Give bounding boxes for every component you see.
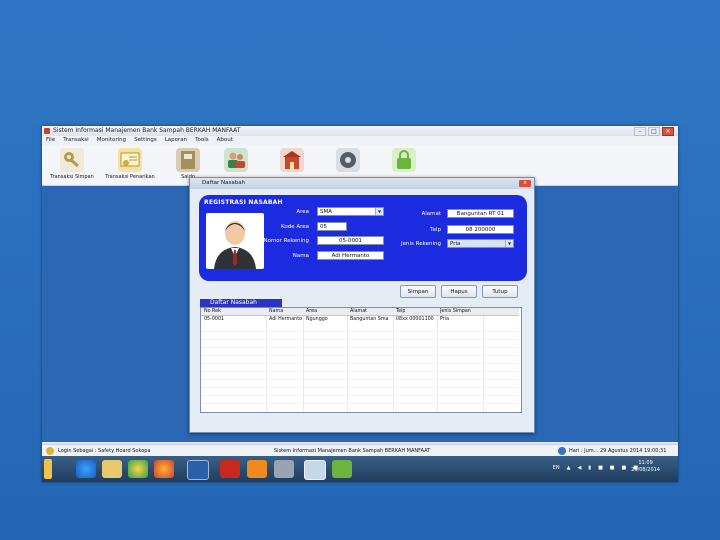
- table-cell: 08xx 00001100: [396, 317, 434, 322]
- tray-icon[interactable]: ■: [598, 465, 603, 471]
- chrome-icon[interactable]: [128, 460, 148, 478]
- tray-icon[interactable]: ■: [622, 465, 627, 471]
- pdf-icon[interactable]: [220, 460, 240, 478]
- registrasi-panel: REGISTRASI NASABAH Area SMA ▼ Kode Area …: [199, 195, 527, 281]
- nama-label: Nama: [292, 253, 309, 259]
- ie-icon[interactable]: [76, 460, 96, 478]
- system-tray: EN ▲ ◀ ▮ ■ ■ ■ ■: [553, 465, 638, 471]
- kode-area-field[interactable]: 05: [317, 222, 347, 231]
- table-cell: Pria: [440, 317, 450, 322]
- key-icon: [46, 447, 54, 455]
- close-window-button[interactable]: ✕: [662, 127, 674, 136]
- nomor-rekening-label: Nomor Rekening: [263, 238, 309, 244]
- column-header[interactable]: Jenis Simpan: [440, 308, 471, 315]
- daftar-nasabah-dialog: Daftar Nasabah x REGISTRASI NASABAH Area…: [189, 177, 535, 433]
- tool-label: Transaksi Penarikan: [105, 174, 155, 180]
- tray-icon[interactable]: ■: [610, 465, 615, 471]
- volume-icon[interactable]: ◀: [577, 465, 581, 471]
- network-icon[interactable]: ▮: [588, 465, 591, 471]
- chevron-down-icon: ▼: [375, 208, 383, 215]
- nasabah-table[interactable]: No Rek Nama Area Alamat Telp Jenis Simpa…: [200, 307, 522, 413]
- jenis-rekening-label: Jenis Rekening: [401, 241, 441, 247]
- telp-field[interactable]: 08 200000: [447, 225, 514, 234]
- dialog-close-button[interactable]: x: [519, 180, 531, 187]
- dialog-title: Daftar Nasabah: [202, 180, 246, 186]
- firefox-icon[interactable]: [154, 460, 174, 478]
- menu-laporan[interactable]: Laporan: [165, 136, 187, 145]
- column-header[interactable]: Alamat: [350, 308, 367, 315]
- menu-monitoring[interactable]: Monitoring: [97, 136, 126, 145]
- minimize-button[interactable]: –: [634, 127, 646, 136]
- hapus-button[interactable]: Hapus: [441, 285, 477, 298]
- clock[interactable]: 11:09 29/08/2014: [631, 460, 660, 474]
- windows-taskbar: EN ▲ ◀ ▮ ■ ■ ■ ■ 11:09 29/08/2014: [42, 456, 678, 482]
- nama-field[interactable]: Adi Hermanto: [317, 251, 384, 260]
- key-icon[interactable]: [44, 459, 52, 479]
- avatar: [206, 213, 264, 269]
- area-label: Area: [296, 209, 309, 215]
- menu-about[interactable]: About: [217, 136, 233, 145]
- area-select[interactable]: SMA ▼: [317, 207, 384, 216]
- flag-icon[interactable]: ▲: [567, 465, 571, 471]
- info-icon: [558, 447, 566, 455]
- area-select-value: SMA: [320, 209, 332, 215]
- simpan-button[interactable]: Simpan: [400, 285, 436, 298]
- lock-icon: [392, 148, 416, 172]
- panel-title: REGISTRASI NASABAH: [204, 199, 283, 206]
- column-header[interactable]: Nama: [269, 308, 283, 315]
- window-title: Sistem Informasi Manajemen Bank Sampah B…: [53, 127, 241, 134]
- column-header[interactable]: Telp: [396, 308, 405, 315]
- kode-area-label: Kode Area: [281, 224, 309, 230]
- alamat-label: Alamat: [421, 211, 441, 217]
- menu-file[interactable]: File: [46, 136, 55, 145]
- list-title: Daftar Nasabah: [200, 299, 282, 307]
- table-cell: Adi Hermanto: [269, 317, 303, 322]
- key-icon: [60, 148, 84, 172]
- book-icon: [176, 148, 200, 172]
- building-icon: [280, 148, 304, 172]
- language-indicator[interactable]: EN: [553, 465, 560, 471]
- telp-label: Telp: [430, 227, 441, 233]
- alamat-field[interactable]: Banguntan RT 01: [447, 209, 514, 218]
- table-header: No Rek Nama Area Alamat Telp Jenis Simpa…: [201, 308, 519, 316]
- word-icon[interactable]: [187, 460, 209, 480]
- column-header[interactable]: Area: [306, 308, 317, 315]
- users-icon: [224, 148, 248, 172]
- table-cell: 05-0001: [204, 317, 225, 322]
- clock-date: 29/08/2014: [631, 467, 660, 473]
- tool-label: Transaksi Simpan: [50, 174, 94, 180]
- jenis-rekening-select[interactable]: Pria ▼: [447, 239, 514, 248]
- chevron-down-icon: ▼: [505, 240, 513, 247]
- table-cell: Ngunggo: [306, 317, 328, 322]
- window-titlebar: Sistem Informasi Manajemen Bank Sampah B…: [42, 126, 678, 136]
- folder-icon[interactable]: [102, 460, 122, 478]
- column-header[interactable]: No Rek: [204, 308, 221, 315]
- menu-tools[interactable]: Tools: [195, 136, 209, 145]
- dialog-titlebar: Daftar Nasabah x: [190, 178, 534, 189]
- certificate-icon: [118, 148, 142, 172]
- green-app-icon[interactable]: [332, 460, 352, 478]
- transaksi-penarikan-button[interactable]: Transaksi Penarikan: [102, 147, 158, 185]
- clock-time: 11:09: [638, 460, 653, 466]
- app-icon: [44, 128, 50, 134]
- jenis-rekening-value: Pria: [450, 241, 461, 247]
- tutup-button[interactable]: Tutup: [482, 285, 518, 298]
- maximize-button[interactable]: □: [648, 127, 660, 136]
- menu-bar: File Transaksi Monitoring Settings Lapor…: [42, 136, 678, 145]
- menu-transaksi[interactable]: Transaksi: [63, 136, 88, 145]
- tool-icon[interactable]: [274, 460, 294, 478]
- table-row[interactable]: 05-0001 Adi Hermanto Ngunggo Banguntan S…: [201, 316, 519, 323]
- vlc-icon[interactable]: [247, 460, 267, 478]
- transaksi-simpan-button[interactable]: Transaksi Simpan: [44, 147, 100, 185]
- window-controls: – □ ✕: [634, 127, 674, 136]
- table-cell: Banguntan Sma: [350, 317, 389, 322]
- nomor-rekening-field[interactable]: 05-0001: [317, 236, 384, 245]
- gear-icon: [336, 148, 360, 172]
- menu-settings[interactable]: Settings: [134, 136, 157, 145]
- app-taskbar-icon[interactable]: [304, 460, 326, 480]
- application-screenshot: Sistem Informasi Manajemen Bank Sampah B…: [42, 126, 678, 482]
